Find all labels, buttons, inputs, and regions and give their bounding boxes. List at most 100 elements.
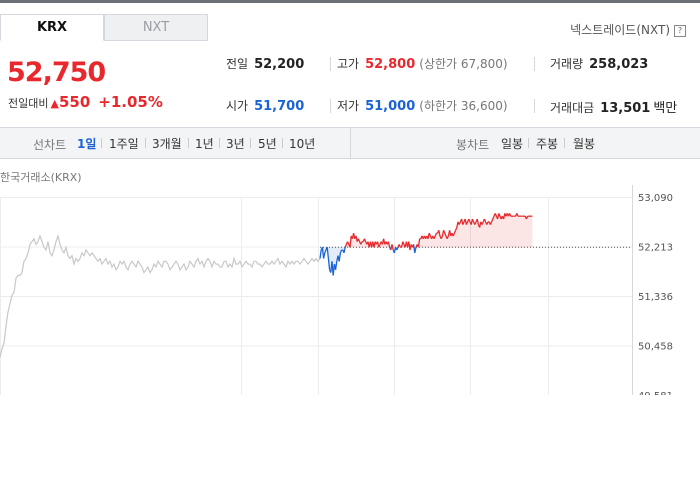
nxt-info-link[interactable]: 넥스트레이드(NXT)? (570, 21, 686, 38)
area-fill (510, 216, 512, 248)
area-fill (488, 221, 490, 248)
area-fill (468, 219, 470, 248)
y-tick-label: 53,090 (638, 193, 673, 204)
area-fill (528, 216, 530, 248)
divider (350, 128, 351, 158)
y-tick-label: 50,458 (638, 342, 673, 353)
stat-open: 시가 51,700 (226, 97, 304, 114)
area-fill (522, 216, 524, 248)
stats-panel: 전일 52,200 고가 52,800 (상한가 67,800) 거래량 258,023… (214, 46, 700, 126)
area-fill (462, 221, 464, 248)
chart-grid (0, 197, 632, 395)
area-fill (504, 213, 506, 248)
divider (101, 138, 102, 148)
y-tick-label: 49,581 (638, 391, 673, 395)
divider (330, 57, 331, 71)
period-1w[interactable]: 1주일 (109, 135, 139, 152)
area-fill (515, 213, 517, 248)
area-fill (472, 219, 474, 248)
tab-krx[interactable]: KRX (0, 14, 104, 41)
divider (564, 138, 565, 148)
area-fill (489, 221, 491, 248)
change-label: 전일대비 (8, 97, 49, 110)
area-fill (466, 221, 468, 248)
divider (282, 138, 283, 148)
area-fill (496, 216, 498, 248)
divider (534, 57, 535, 71)
stat-label: 거래대금 (550, 101, 595, 115)
area-fill (502, 216, 504, 248)
area-fill (526, 216, 528, 248)
area-fill (491, 219, 493, 248)
stat-volume: 거래량 258,023 (550, 55, 648, 72)
market-label: 한국거래소(KRX) (0, 171, 82, 184)
area-fill (464, 219, 466, 248)
area-fill (530, 216, 532, 248)
top-border (0, 0, 700, 3)
stat-prev-close: 전일 52,200 (226, 55, 304, 72)
divider (188, 138, 189, 148)
stat-value: 13,501 (600, 101, 651, 116)
divider (534, 99, 535, 113)
period-3y[interactable]: 3년 (226, 135, 245, 152)
area-fill (500, 216, 502, 248)
change-amount: 550 (58, 93, 91, 111)
tab-nxt[interactable]: NXT (104, 14, 208, 41)
area-fill (473, 221, 475, 248)
nxt-link-label[interactable]: 넥스트레이드(NXT) (570, 23, 670, 37)
price-segment (391, 244, 394, 251)
area-fill (476, 219, 478, 248)
lower-limit: (하한가 36,600) (419, 99, 508, 113)
area-fill (483, 219, 485, 248)
area-fill (524, 216, 526, 248)
stat-value: 51,000 (365, 99, 416, 114)
area-fill (513, 216, 515, 248)
period-5y[interactable]: 5년 (258, 135, 277, 152)
help-icon[interactable]: ? (674, 25, 686, 37)
area-fill (436, 233, 438, 248)
stat-low: 저가 51,000 (하한가 36,600) (337, 97, 508, 114)
stat-label: 전일 (226, 57, 249, 71)
stat-label: 저가 (337, 99, 360, 113)
stat-label: 고가 (337, 57, 360, 71)
up-arrow-icon: ▲ (50, 97, 59, 110)
area-fill (480, 221, 482, 248)
stat-high: 고가 52,800 (상한가 67,800) (337, 55, 508, 72)
stat-unit: 백만 (653, 101, 678, 116)
area-fill (512, 216, 514, 248)
area-fill (525, 216, 527, 248)
candle-weekly[interactable]: 주봉 (536, 135, 558, 152)
y-tick-label: 51,336 (638, 292, 673, 303)
divider (528, 138, 529, 148)
area-fill (516, 213, 518, 248)
stat-value: 52,200 (254, 57, 305, 72)
area-fill (460, 219, 462, 248)
area-fill (501, 216, 503, 248)
area-fill (498, 213, 500, 248)
period-10y[interactable]: 10년 (289, 135, 315, 152)
candle-daily[interactable]: 일봉 (501, 135, 523, 152)
stat-value: 51,700 (254, 99, 305, 114)
area-fill (492, 216, 494, 248)
divider (145, 138, 146, 148)
change-percent: +1.05% (98, 93, 163, 111)
area-fill (519, 216, 521, 248)
area-fill (518, 216, 520, 248)
candle-monthly[interactable]: 월봉 (573, 135, 595, 152)
divider (330, 99, 331, 113)
period-bar: 선차트 1일 1주일 3개월 1년 3년 5년 10년 봉차트 일봉 주봉 월봉 (0, 128, 700, 159)
period-3m[interactable]: 3개월 (152, 135, 182, 152)
exchange-tabs: KRX NXT (0, 14, 210, 42)
area-fill (458, 221, 460, 248)
period-1y[interactable]: 1년 (195, 135, 214, 152)
stat-value: 258,023 (589, 57, 649, 72)
period-1d[interactable]: 1일 (77, 135, 96, 152)
area-fill (470, 221, 472, 248)
current-price: 52,750 (7, 57, 106, 88)
area-fill (520, 216, 522, 248)
y-axis: 53,090 52,213 51,336 50,458 49,581 (632, 185, 673, 395)
line-chart-label: 선차트 (33, 138, 67, 152)
area-fill (485, 221, 487, 248)
area-fill (531, 216, 533, 248)
stat-trade-value: 거래대금 13,501 백만 (550, 97, 677, 116)
